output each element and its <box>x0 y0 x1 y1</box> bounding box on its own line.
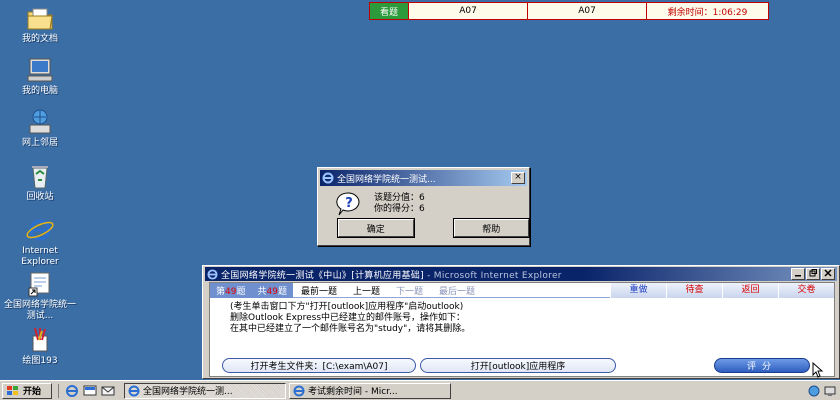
taskbar: 开始 全国网络学院统一测... 考试剩余时间 - Micr... <box>0 380 840 400</box>
timer-question-code: A07 <box>409 3 527 19</box>
dialog-title: 全国网络学院统一测试... <box>337 174 436 185</box>
task-line: 删除Outlook Express中已经建立的邮件账号，操作如下： <box>230 313 466 323</box>
window-titlebar[interactable]: 全国网络学院统一测试《中山》[计算机应用基础] - Microsoft Inte… <box>205 267 837 281</box>
current-question: 第49题 <box>210 284 251 297</box>
your-score-text: 你的得分：6 <box>374 204 425 214</box>
question-nav-bar: 第49题 共49题 最前一题 上一题 下一题 最后一题 重做 待查 返回 交卷 <box>210 282 834 298</box>
back-button[interactable]: 返回 <box>722 282 778 298</box>
first-question-button[interactable]: 最前一题 <box>293 284 345 297</box>
desktop-icon-paint[interactable]: 绘图193 <box>2 326 78 367</box>
desktop-icon-exam-shortcut[interactable]: 全国网络学院统一测试... <box>2 270 78 322</box>
quick-launch <box>58 383 121 398</box>
exam-browser-window: 全国网络学院统一测试《中山》[计算机应用基础] - Microsoft Inte… <box>202 265 840 379</box>
taskbar-item-timer-window[interactable]: 考试剩余时间 - Micr... <box>289 382 451 399</box>
task-line: 在其中已经建立了一个邮件账号名为"study"，请将其删除。 <box>230 324 471 334</box>
taskbar-item-exam-window[interactable]: 全国网络学院统一测... <box>124 382 286 399</box>
score-value-text: 该题分值：6 <box>374 193 425 203</box>
desktop-icon-label: 回收站 <box>26 192 54 202</box>
desktop-icon-label: Internet Explorer <box>21 246 59 267</box>
tray-monitor-icon[interactable] <box>824 385 836 397</box>
minimize-icon <box>795 275 801 277</box>
start-label: 开始 <box>23 387 42 397</box>
action-bar: 打开考生文件夹：[C:\exam\A07] 打开[outlook]应用程序 评分 <box>222 358 832 373</box>
desktop-icon-network[interactable]: 网上邻居 <box>2 108 78 149</box>
svg-text:?: ? <box>345 196 353 211</box>
ok-button[interactable]: 确定 <box>337 218 415 238</box>
desktop-icon-label: 绘图193 <box>22 356 58 366</box>
ie-app-icon <box>293 385 305 396</box>
internet-explorer-icon[interactable] <box>65 384 79 398</box>
help-button[interactable]: 帮助 <box>452 218 530 238</box>
total-number: 49 <box>266 286 278 297</box>
task-line: (考生单击窗口下方"打开[outlook]应用程序"启动outlook) <box>230 302 464 312</box>
last-question-button[interactable]: 最后一题 <box>431 284 483 297</box>
recycle-bin-icon <box>32 166 48 189</box>
question-counter: 第49题 共49题 <box>210 282 293 298</box>
window-title: 全国网络学院统一测试《中山》[计算机应用基础] - Microsoft Inte… <box>221 268 791 281</box>
close-icon <box>824 269 832 277</box>
desktop-icon-label: 我的文档 <box>21 34 58 44</box>
computer-icon <box>27 58 53 82</box>
system-tray <box>808 385 836 397</box>
remaining-time: 剩余时间：1:06:29 <box>647 3 768 19</box>
ie-app-icon <box>322 172 334 184</box>
desktop-icon-recycle-bin[interactable]: 回收站 <box>2 162 78 203</box>
dialog-body: ? 该题分值：6 你的得分：6 <box>318 188 529 216</box>
desktop-icon-label: 全国网络学院统一测试... <box>3 300 76 321</box>
open-outlook-button[interactable]: 打开[outlook]应用程序 <box>420 358 616 373</box>
open-exam-folder-button[interactable]: 打开考生文件夹：[C:\exam\A07] <box>222 358 416 373</box>
desktop-icon-my-computer[interactable]: 我的电脑 <box>2 56 78 97</box>
close-button[interactable]: × <box>511 172 525 184</box>
paint-icon <box>32 327 48 352</box>
timer-question-code-2: A07 <box>528 3 646 19</box>
submit-exam-button[interactable]: 交卷 <box>778 282 834 298</box>
desktop-icon-label: 我的电脑 <box>21 86 58 96</box>
current-number: 49 <box>225 286 237 297</box>
restore-icon <box>809 269 817 277</box>
question-icon: ? <box>336 192 360 216</box>
window-title-main: 全国网络学院统一测试《中山》[计算机应用基础] <box>221 270 424 281</box>
mouse-pointer-icon <box>812 362 824 378</box>
total-suffix: 题 <box>277 286 287 297</box>
tray-network-icon[interactable] <box>808 385 820 397</box>
network-icon <box>29 109 51 134</box>
minimize-button[interactable] <box>791 268 805 280</box>
total-questions: 共49题 <box>251 284 292 297</box>
internet-explorer-icon <box>26 219 54 241</box>
restore-button[interactable] <box>806 268 820 280</box>
prev-question-button[interactable]: 上一题 <box>345 284 388 297</box>
redo-button[interactable]: 重做 <box>610 282 666 298</box>
folder-documents-icon <box>27 8 53 30</box>
grade-button[interactable]: 评分 <box>714 358 810 373</box>
outlook-express-icon[interactable] <box>101 384 115 398</box>
view-question-button[interactable]: 看题 <box>370 3 408 19</box>
exam-page-content: 第49题 共49题 最前一题 上一题 下一题 最后一题 重做 待查 返回 交卷 … <box>209 282 835 378</box>
desktop-icon-internet-explorer[interactable]: Internet Explorer <box>2 216 78 268</box>
current-prefix: 第 <box>216 286 226 297</box>
total-prefix: 共 <box>257 286 267 297</box>
window-title-app: - Microsoft Internet Explorer <box>423 270 562 281</box>
ie-app-icon <box>207 268 218 280</box>
task-description: (考生单击窗口下方"打开[outlook]应用程序"启动outlook) 删除O… <box>210 298 834 335</box>
close-button[interactable] <box>821 268 835 280</box>
shortcut-icon <box>28 272 50 297</box>
show-desktop-icon[interactable] <box>83 384 97 398</box>
pending-review-button[interactable]: 待查 <box>666 282 722 298</box>
windows-logo-icon <box>7 385 18 395</box>
score-dialog: 全国网络学院统一测试... × ? 该题分值：6 你的得分：6 确定 帮助 <box>317 167 530 246</box>
next-question-button[interactable]: 下一题 <box>388 284 431 297</box>
ie-app-icon <box>128 385 140 396</box>
desktop-icon-label: 网上邻居 <box>21 138 58 148</box>
dialog-titlebar[interactable]: 全国网络学院统一测试... × <box>320 170 527 186</box>
taskbar-item-label: 全国网络学院统一测... <box>143 387 233 397</box>
desktop-icon-my-documents[interactable]: 我的文档 <box>2 4 78 45</box>
taskbar-item-label: 考试剩余时间 - Micr... <box>308 387 398 397</box>
start-button[interactable]: 开始 <box>2 382 52 399</box>
current-suffix: 题 <box>236 286 246 297</box>
exam-timer-bar: 看题 A07 A07 剩余时间：1:06:29 <box>369 2 769 20</box>
